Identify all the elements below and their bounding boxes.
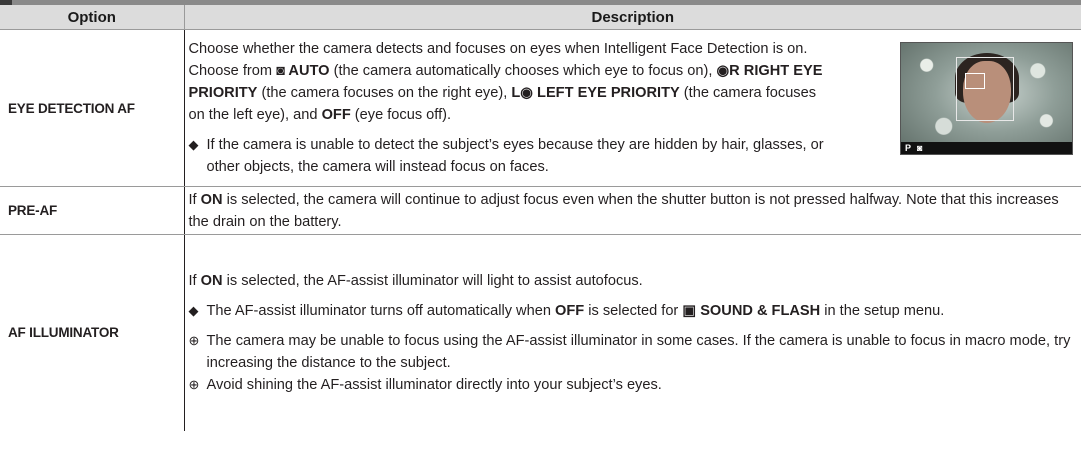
on-option-label: ON (200, 272, 223, 289)
af-illuminator-caution: ⊕ The camera may be unable to focus usin… (189, 330, 1074, 374)
shooting-mode-indicator: P (905, 143, 912, 153)
eye-detection-icon: ◙ (917, 143, 923, 153)
af-illuminator-note: ◆ The AF-assist illuminator turns off au… (189, 300, 1074, 322)
af-illuminator-caution: ⊕ Avoid shining the AF-assist illuminato… (189, 374, 1074, 396)
left-eye-option-label: L◉ LEFT EYE PRIORITY (511, 85, 680, 101)
option-eye-detection-af: EYE DETECTION AF (0, 29, 185, 187)
off-option-label: OFF (321, 107, 351, 123)
options-table: Option Description EYE DETECTION AF Choo… (0, 5, 1081, 431)
table-header-row: Option Description (0, 5, 1081, 30)
column-header-option: Option (0, 5, 185, 30)
note-text: The AF-assist illuminator turns off auto… (207, 300, 1074, 322)
description-pre-af: If ON is selected, the camera will conti… (184, 186, 1081, 235)
text-run: If (188, 272, 201, 289)
text-run: If (188, 191, 201, 208)
on-option-label: ON (200, 191, 223, 208)
note-text: If the camera is unable to detect the su… (206, 137, 824, 175)
description-eye-detection-af: Choose whether the camera detects and fo… (184, 29, 1081, 187)
auto-option-label: ◙ AUTO (276, 63, 330, 79)
face-detection-frame (956, 57, 1014, 121)
table-row: AF ILLUMINATOR If ON is selected, the AF… (0, 234, 1081, 431)
note-icon: ◆ (188, 302, 199, 318)
text-run: is selected, the camera will continue to… (188, 191, 1059, 230)
caution-text: The camera may be unable to focus using … (206, 332, 1071, 371)
eye-detection-note: ◆ If the camera is unable to detect the … (189, 134, 829, 178)
caution-icon: ⊕ (188, 332, 200, 348)
eye-detection-description: Choose whether the camera detects and fo… (189, 38, 829, 126)
af-illuminator-description: If ON is selected, the AF-assist illumin… (189, 270, 1074, 292)
text-run: in the setup menu. (820, 302, 945, 319)
option-af-illuminator: AF ILLUMINATOR (0, 234, 185, 431)
photo-status-bar: P ◙ (901, 142, 1072, 154)
text-run: The AF-assist illuminator turns off auto… (206, 302, 556, 319)
text-run: (the camera focuses on the right eye), (257, 85, 512, 101)
text-run: (the camera automatically chooses which … (329, 63, 717, 79)
caution-icon: ⊕ (188, 376, 200, 392)
text-run: is selected for (584, 302, 683, 319)
note-icon: ◆ (188, 137, 199, 152)
description-af-illuminator: If ON is selected, the AF-assist illumin… (184, 235, 1081, 431)
example-photo: P ◙ (900, 42, 1073, 155)
caution-text: Avoid shining the AF-assist illuminator … (206, 376, 662, 393)
table-row: EYE DETECTION AF Choose whether the came… (0, 29, 1081, 187)
pre-af-description: If ON is selected, the camera will conti… (189, 189, 1074, 233)
table-row: PRE-AF If ON is selected, the camera wil… (0, 186, 1081, 235)
text-run: (eye focus off). (350, 107, 452, 123)
text-run: is selected, the AF-assist illuminator w… (222, 272, 643, 289)
option-pre-af: PRE-AF (0, 186, 185, 235)
sound-flash-menu-label: ▣ SOUND & FLASH (682, 302, 821, 319)
eye-detection-frame (965, 73, 985, 89)
column-header-description: Description (184, 5, 1081, 30)
off-option-label: OFF (555, 302, 585, 319)
